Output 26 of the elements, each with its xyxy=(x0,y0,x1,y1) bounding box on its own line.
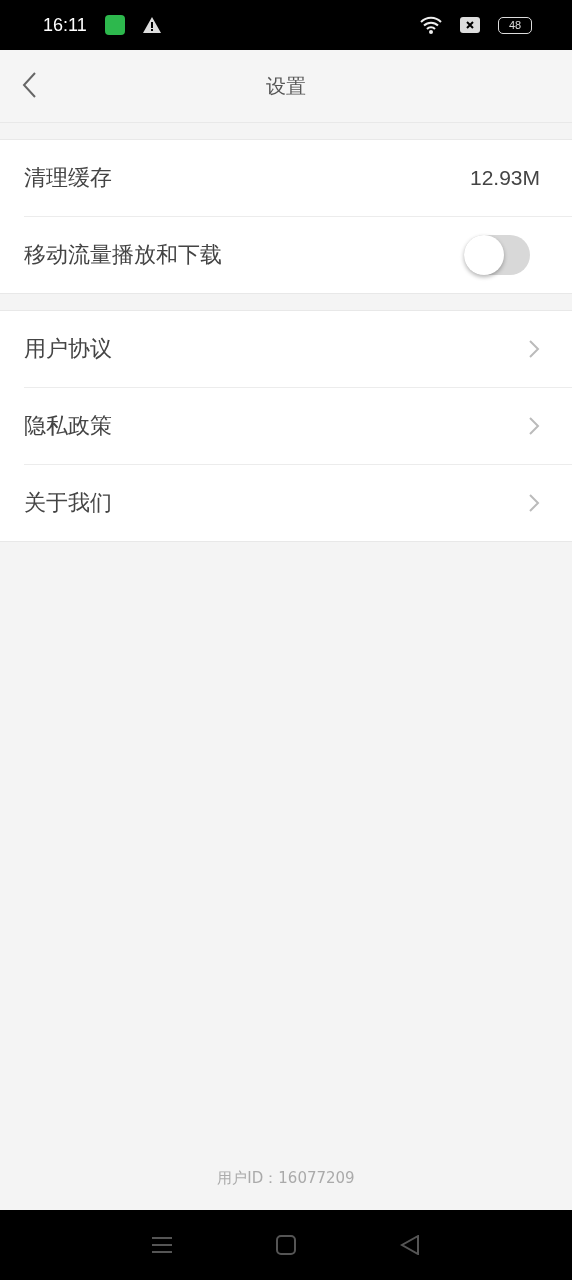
menu-icon[interactable] xyxy=(152,1236,172,1254)
app-notification-icon xyxy=(104,15,125,35)
status-time: 16:11 xyxy=(43,14,87,36)
chevron-right-icon xyxy=(528,416,540,436)
home-icon[interactable] xyxy=(276,1235,296,1255)
row-label: 隐私政策 xyxy=(24,412,112,440)
user-id: 用户ID：16077209 xyxy=(217,1169,355,1187)
settings-row[interactable]: 隐私政策 xyxy=(24,387,572,464)
wifi-icon xyxy=(420,16,442,34)
settings-row[interactable]: 关于我们 xyxy=(24,464,572,541)
row-label: 清理缓存 xyxy=(24,164,112,192)
chevron-right-icon xyxy=(528,493,540,513)
row-label: 用户协议 xyxy=(24,335,112,363)
row-label: 移动流量播放和下载 xyxy=(24,241,222,269)
settings-row[interactable]: 用户协议 xyxy=(24,311,572,387)
settings-row[interactable]: 清理缓存 12.93M xyxy=(24,140,572,216)
cache-size: 12.93M xyxy=(469,166,540,190)
back-icon[interactable] xyxy=(400,1235,420,1255)
toggle-switch[interactable] xyxy=(464,235,530,275)
chevron-right-icon xyxy=(528,339,540,359)
battery-icon: 48 xyxy=(498,16,532,34)
warning-icon xyxy=(142,17,161,33)
row-label: 关于我们 xyxy=(24,489,112,517)
settings-row[interactable]: 移动流量播放和下载 xyxy=(24,216,572,293)
no-sim-icon xyxy=(460,17,480,33)
page-title: 设置 xyxy=(266,72,306,100)
